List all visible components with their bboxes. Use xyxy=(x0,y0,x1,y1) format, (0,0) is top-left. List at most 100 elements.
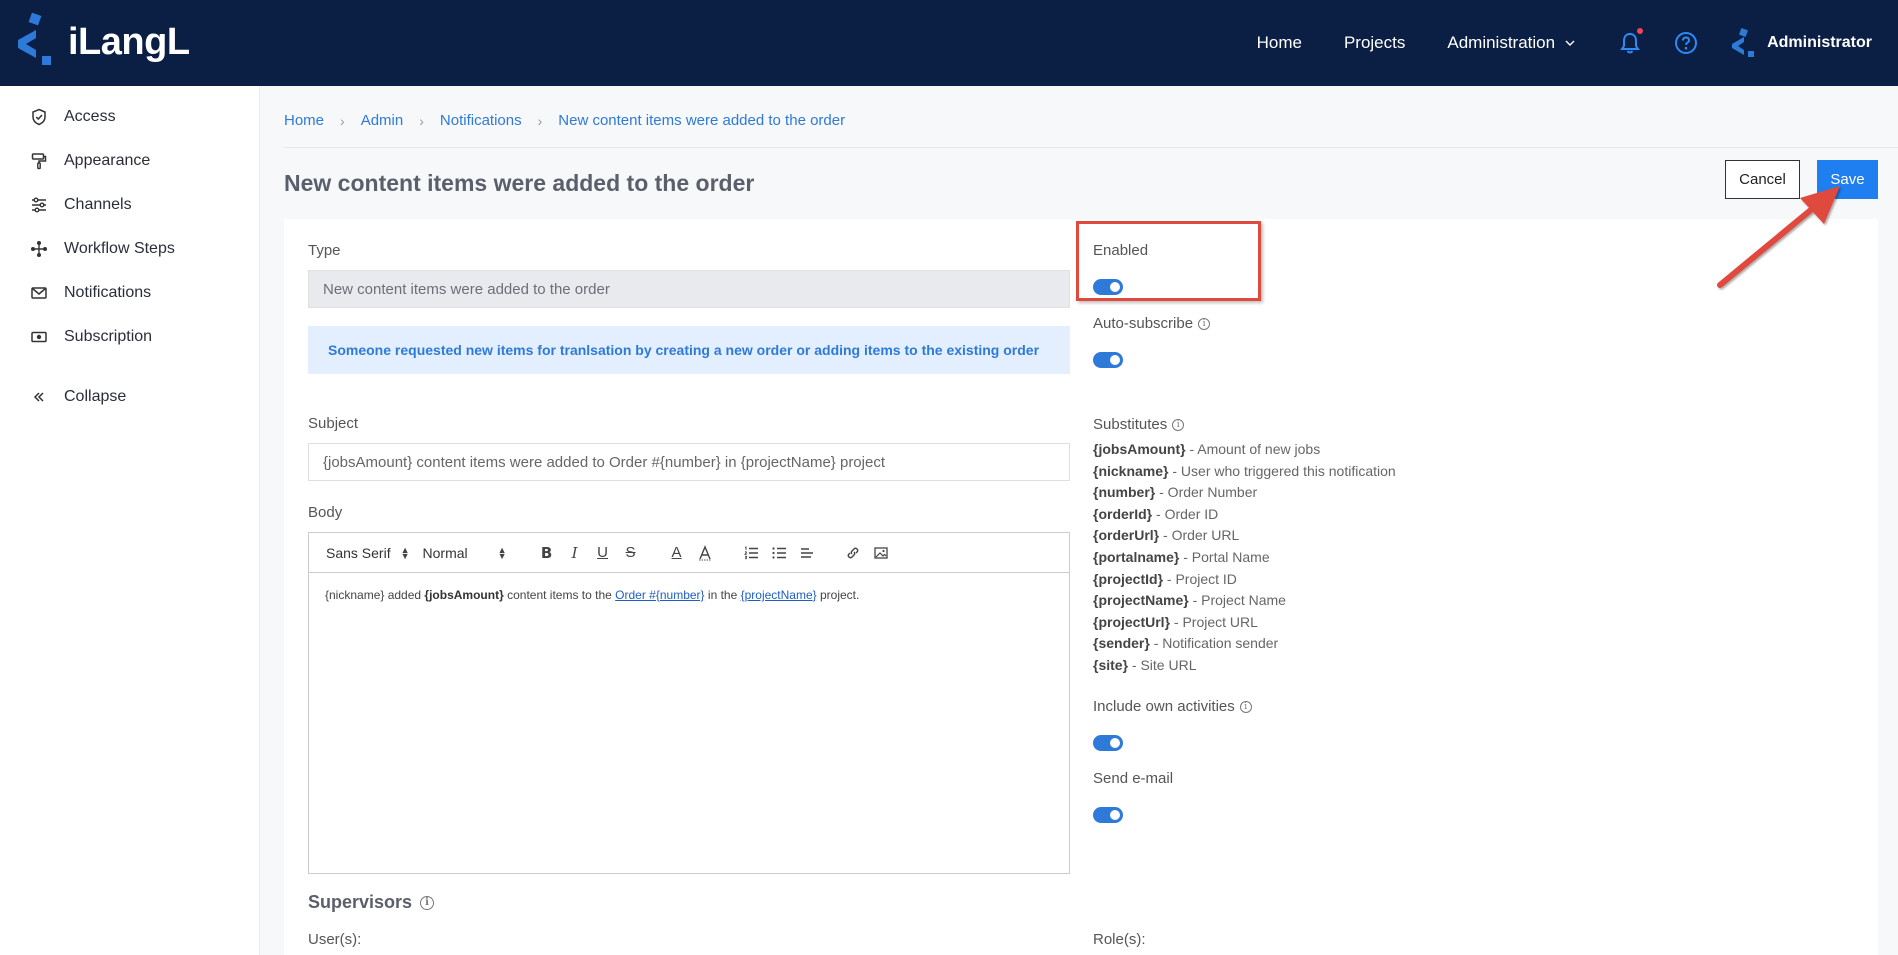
ordered-list-button[interactable] xyxy=(737,539,765,567)
double-chevron-left-icon xyxy=(33,392,44,402)
breadcrumb-notifications[interactable]: Notifications xyxy=(440,112,522,129)
autosubscribe-toggle[interactable] xyxy=(1093,352,1123,368)
subject-input[interactable]: {jobsAmount} content items were added to… xyxy=(308,443,1070,481)
background-color-button[interactable] xyxy=(691,539,719,567)
body-editor: Sans Serif ▲ ▼ Normal ▲ ▼ B I U S A {nic… xyxy=(308,532,1070,874)
nav-administration[interactable]: Administration xyxy=(1447,33,1575,53)
body-link-project[interactable]: {projectName} xyxy=(741,588,817,602)
bold-button[interactable]: B xyxy=(533,539,561,567)
subscription-icon xyxy=(31,331,47,343)
substitute-desc: - User who triggered this notification xyxy=(1168,462,1396,479)
align-left-icon xyxy=(800,547,813,558)
substitute-desc: - Order URL xyxy=(1159,527,1240,544)
substitute-item: {projectName} - Project Name xyxy=(1093,590,1396,612)
help-icon xyxy=(1675,32,1698,54)
bullet-list-button[interactable] xyxy=(765,539,793,567)
breadcrumb-separator: › xyxy=(419,112,424,129)
align-button[interactable] xyxy=(793,539,821,567)
sidebar-item-channels[interactable]: Channels xyxy=(30,196,132,214)
top-nav: Home Projects Administration Administrat… xyxy=(1257,0,1898,86)
sidebar-item-workflow-steps[interactable]: Workflow Steps xyxy=(30,240,175,258)
notifications-bell[interactable] xyxy=(1617,28,1644,56)
body-text: project. xyxy=(816,588,860,602)
text-color-button[interactable]: A xyxy=(663,539,691,567)
substitute-item: {number} - Order Number xyxy=(1093,482,1396,504)
breadcrumb-separator: › xyxy=(537,112,543,129)
notification-form: Type New content items were added to the… xyxy=(284,219,1878,955)
body-link-order[interactable]: Order #{number} xyxy=(615,588,704,602)
logo-text: iLangL xyxy=(68,20,190,63)
image-button[interactable] xyxy=(867,539,895,567)
sidebar-item-label: Channels xyxy=(64,196,132,213)
substitute-key: {sender} xyxy=(1093,635,1150,652)
substitute-item: {projectId} - Project ID xyxy=(1093,569,1396,591)
subject-label: Subject xyxy=(308,415,359,432)
size-select-value: Normal xyxy=(422,544,468,561)
send-email-toggle[interactable] xyxy=(1093,807,1123,823)
editor-content[interactable]: {nickname} added {jobsAmount} content it… xyxy=(325,588,859,602)
substitute-desc: - Order ID xyxy=(1152,505,1219,522)
main-content: Home › Admin › Notifications › New conte… xyxy=(260,86,1898,955)
substitute-desc: - Amount of new jobs xyxy=(1185,441,1321,457)
info-icon: i xyxy=(1172,419,1185,432)
body-text: {nickname} added xyxy=(325,588,425,602)
roles-label: Role(s): xyxy=(1093,931,1146,948)
italic-button[interactable]: I xyxy=(561,539,589,567)
sidebar-item-label: Access xyxy=(64,108,116,125)
nav-projects[interactable]: Projects xyxy=(1344,33,1405,53)
nav-home[interactable]: Home xyxy=(1257,33,1302,53)
channels-icon xyxy=(32,197,46,213)
supervisors-title: Supervisors i xyxy=(308,892,435,913)
editor-toolbar: Sans Serif ▲ ▼ Normal ▲ ▼ B I U S A xyxy=(309,533,1069,573)
own-activities-toggle[interactable] xyxy=(1093,735,1123,751)
image-icon xyxy=(873,546,888,559)
info-icon: i xyxy=(420,896,435,911)
strike-button[interactable]: S xyxy=(617,539,645,567)
bell-icon xyxy=(1620,32,1640,54)
link-button[interactable] xyxy=(839,539,867,567)
help-button[interactable] xyxy=(1673,30,1699,56)
sidebar-item-label: Notifications xyxy=(64,284,152,301)
substitute-key: {projectUrl} xyxy=(1093,613,1171,630)
sidebar-item-notifications[interactable]: Notifications xyxy=(30,284,151,302)
link-icon xyxy=(847,547,859,558)
substitute-desc: - Project ID xyxy=(1163,570,1237,587)
avatar xyxy=(1732,28,1755,57)
substitute-desc: - Portal Name xyxy=(1179,548,1270,565)
body-text: in the xyxy=(704,588,741,602)
highlight-icon xyxy=(698,544,711,561)
bullet-list-icon xyxy=(771,546,786,559)
font-select[interactable]: Sans Serif ▲ ▼ xyxy=(326,545,410,561)
underline-button[interactable]: U xyxy=(589,539,617,567)
sidebar-item-access[interactable]: Access xyxy=(30,108,116,126)
substitute-desc: - Project Name xyxy=(1188,592,1286,609)
substitute-key: {site} xyxy=(1093,656,1129,673)
substitute-item: {orderUrl} - Order URL xyxy=(1093,525,1396,547)
highlight-annotation xyxy=(1076,221,1261,301)
breadcrumb-separator: › xyxy=(340,112,345,129)
substitute-key: {projectName} xyxy=(1093,592,1189,609)
font-select-value: Sans Serif xyxy=(326,544,391,561)
breadcrumb-admin[interactable]: Admin xyxy=(361,112,404,129)
info-icon: i xyxy=(1198,318,1211,331)
substitute-key: {orderUrl} xyxy=(1093,527,1160,544)
autosubscribe-label-text: Auto-subscribe xyxy=(1093,315,1194,332)
logo[interactable]: iLangL xyxy=(12,12,190,72)
size-select[interactable]: Normal ▲ ▼ xyxy=(423,545,507,561)
substitute-item: {nickname} - User who triggered this not… xyxy=(1093,461,1396,483)
ordered-list-icon xyxy=(743,545,758,559)
paint-roller-icon xyxy=(31,153,47,170)
breadcrumb-home[interactable]: Home xyxy=(284,112,324,129)
user-menu[interactable]: Administrator xyxy=(1729,28,1872,58)
sidebar-item-label: Subscription xyxy=(64,328,153,345)
substitute-desc: - Project URL xyxy=(1170,613,1258,630)
substitute-key: {projectId} xyxy=(1093,570,1164,587)
sidebar-collapse[interactable]: Collapse xyxy=(30,388,126,406)
user-name: Administrator xyxy=(1767,34,1872,51)
own-activities-label-text: Include own activities xyxy=(1093,698,1235,715)
workflow-icon xyxy=(31,241,47,257)
sidebar-item-subscription[interactable]: Subscription xyxy=(30,328,152,346)
substitute-key: {nickname} xyxy=(1093,462,1169,479)
sidebar-item-appearance[interactable]: Appearance xyxy=(30,152,150,170)
body-text: content items to the xyxy=(503,588,616,602)
